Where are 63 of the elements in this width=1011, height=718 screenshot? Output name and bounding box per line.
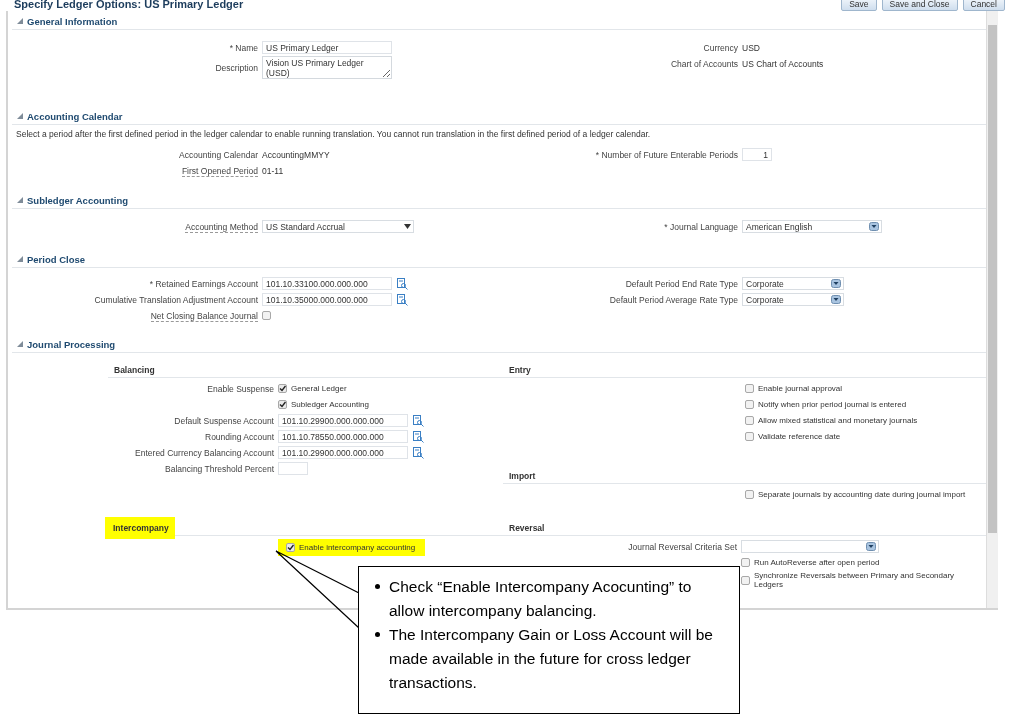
account-field[interactable]: 101.10.78550.000.000.000: [278, 430, 408, 443]
field-value: 01-11: [262, 165, 284, 176]
field-label: Balancing Threshold Percent: [165, 463, 274, 474]
field-label: Rounding Account: [205, 431, 274, 442]
field-label: * Name: [229, 42, 258, 53]
section-title: Accounting Calendar: [27, 110, 123, 122]
account-field[interactable]: 101.10.29900.000.000.000: [278, 414, 408, 427]
field-label: Chart of Accounts: [670, 58, 738, 69]
field-value: AccountingMMYY: [262, 149, 330, 160]
subsection-title: Entry: [508, 365, 531, 375]
dropdown[interactable]: US Standard Accrual: [262, 220, 414, 233]
field-label: * Journal Language: [664, 221, 738, 232]
checkbox-label: Separate journals by accounting date during journal import: [758, 490, 966, 499]
field-label: Cumulative Translation Adjustment Account: [94, 294, 258, 305]
field-label: Entered Currency Balancing Account: [135, 447, 274, 458]
toolbar-button[interactable]: Save: [841, 0, 877, 11]
account-field[interactable]: 101.10.29900.000.000.000: [278, 446, 408, 459]
checkbox-label: Enable journal approval: [758, 384, 843, 393]
field-label: Accounting Calendar: [179, 149, 258, 160]
toolbar-button[interactable]: Cancel: [962, 0, 1005, 11]
toolbar-button[interactable]: Save and Close: [881, 0, 958, 11]
checkbox-label: Synchronize Reversals between Primary and Secondary Ledgers: [754, 571, 956, 589]
field-label: Accounting Method: [185, 221, 258, 233]
dropdown[interactable]: Corporate: [742, 277, 844, 290]
checkbox-label: Subledger Accounting: [291, 400, 369, 409]
field-label: Default Period Average Rate Type: [609, 294, 738, 305]
field-value: US Chart of Accounts: [742, 58, 824, 69]
number-field[interactable]: 1: [742, 148, 772, 161]
dropdown[interactable]: Corporate: [742, 293, 844, 306]
field-label: Description: [215, 62, 258, 73]
subsection-title: Balancing: [113, 365, 155, 375]
page-title: Specify Ledger Options: US Primary Ledger: [14, 0, 245, 10]
account-field[interactable]: 101.10.33100.000.000.000: [262, 277, 392, 290]
field-label: Currency: [703, 42, 738, 53]
checkbox-label: Allow mixed statistical and monetary journals: [758, 416, 918, 425]
field-label: Enable Suspense: [207, 383, 274, 394]
field-label: Default Period End Rate Type: [625, 278, 738, 289]
text-area[interactable]: Vision US Primary Ledger (USD): [262, 56, 392, 79]
field-label: Journal Reversal Criteria Set: [628, 541, 737, 552]
subsection-title: Intercompany: [105, 517, 175, 539]
field-label: First Opened Period: [181, 165, 258, 177]
field-value: USD: [742, 42, 760, 53]
section-title: Journal Processing: [27, 338, 116, 350]
section-title: General Information: [27, 15, 118, 27]
field-label: Default Suspense Account: [174, 415, 274, 426]
checkbox-label: Enable intercompany accounting: [299, 543, 416, 552]
field-label: Net Closing Balance Journal: [150, 310, 258, 322]
subsection-title: Import: [508, 471, 536, 481]
dropdown[interactable]: American English: [742, 220, 882, 233]
callout-text: Check “Enable Intercompany Acocunting” to allow intercompany balancing.: [389, 577, 693, 621]
account-field[interactable]: 101.10.35000.000.000.000: [262, 293, 392, 306]
checkbox-label: Run AutoReverse after open period: [754, 558, 880, 567]
checkbox-label: Validate reference date: [758, 432, 841, 441]
checkbox-label: General Ledger: [291, 384, 347, 393]
field-label: * Number of Future Enterable Periods: [595, 149, 738, 160]
checkbox-label: Notify when prior period journal is entered: [758, 400, 907, 409]
section-title: Period Close: [27, 253, 86, 265]
section-title: Subledger Accounting: [27, 194, 128, 206]
info-text: Select a period after the first defined period in the ledger calendar to enable running translation. You cannot run translation in the first defined period of a ledger calendar.: [15, 128, 652, 139]
field-label: * Retained Earnings Account: [149, 278, 258, 289]
callout-text: The Intercompany Gain or Loss Account will be made available in the future for cross ledger transactions.: [389, 625, 714, 693]
text-field[interactable]: US Primary Ledger: [262, 41, 392, 54]
subsection-title: Reversal: [508, 523, 545, 533]
